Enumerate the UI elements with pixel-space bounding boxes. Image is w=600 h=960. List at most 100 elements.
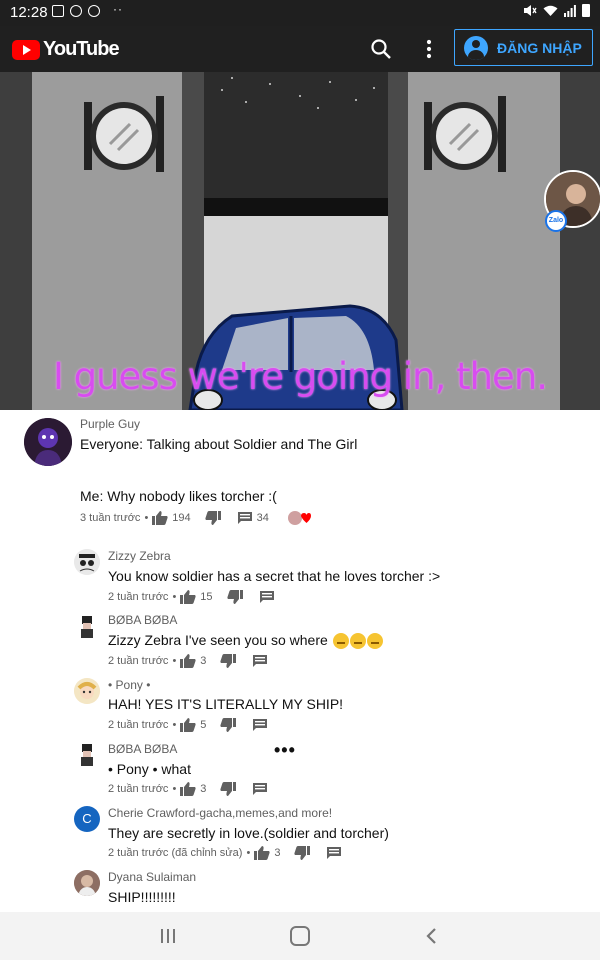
- comments-section: Purple Guy Everyone: Talking about Soldi…: [0, 410, 600, 912]
- battery-icon: [582, 4, 590, 17]
- reply-time: 2 tuần trước: [108, 783, 169, 795]
- youtube-wordmark: YouTube: [43, 38, 120, 60]
- reply-time: 2 tuần trước: [108, 719, 169, 731]
- reply-text: SHIP!!!!!!!!!: [108, 889, 176, 905]
- boba-avatar-image: [74, 742, 100, 768]
- account-icon: [464, 35, 488, 60]
- system-status-icons: [523, 4, 590, 17]
- separator-dot: •: [172, 591, 177, 603]
- like-count: 194: [172, 512, 191, 524]
- reply-meta: 2 tuần trước • 3: [108, 654, 268, 668]
- reply-text: • Pony • what: [108, 761, 191, 777]
- reply-icon[interactable]: [259, 590, 275, 604]
- reply-text-row: Zizzy Zebra I've seen you so where: [108, 632, 383, 650]
- like-count: 15: [200, 591, 213, 603]
- gallery-notification-icon: [52, 5, 64, 17]
- reply-icon[interactable]: [252, 782, 268, 796]
- more-actions-indicator[interactable]: •••: [274, 740, 296, 761]
- like-count: 5: [200, 719, 207, 731]
- like-icon[interactable]: [152, 511, 168, 525]
- reply-avatar[interactable]: C: [74, 806, 100, 832]
- home-icon[interactable]: [290, 926, 310, 946]
- reply-text: You know soldier has a secret that he lo…: [108, 568, 441, 584]
- reply-time: 2 tuần trước (đã chỉnh sửa): [108, 847, 243, 859]
- reply-count[interactable]: 34: [257, 512, 269, 524]
- like-count: 3: [200, 655, 207, 667]
- zizzy-avatar-image: [74, 549, 100, 575]
- like-icon[interactable]: [180, 718, 196, 732]
- dislike-icon[interactable]: [220, 654, 237, 668]
- comment-text: Everyone: Talking about Soldier and The …: [80, 436, 358, 452]
- notification-icons: [52, 5, 100, 17]
- back-icon[interactable]: [422, 926, 442, 946]
- recent-apps-icon[interactable]: [158, 927, 178, 945]
- status-time: 12:28: [10, 4, 48, 21]
- reply-meta: 2 tuần trước • 3: [108, 782, 268, 796]
- reply-author[interactable]: BØBA BØBA: [108, 613, 177, 627]
- reply-time: 2 tuần trước: [108, 591, 169, 603]
- reply-avatar[interactable]: [74, 742, 100, 768]
- android-navigation-bar: [0, 912, 600, 960]
- like-icon[interactable]: [180, 782, 196, 796]
- sign-in-label: ĐĂNG NHẬP: [497, 39, 582, 56]
- video-player[interactable]: I guess we're going in, then.: [0, 72, 600, 410]
- separator-dot: •: [246, 847, 251, 859]
- reply-text: Zizzy Zebra I've seen you so where: [108, 632, 328, 648]
- reply-icon[interactable]: [326, 846, 342, 860]
- reply-meta: 2 tuần trước (đã chỉnh sửa) • 3: [108, 846, 342, 860]
- youtube-header: YouTube ĐĂNG NHẬP: [0, 26, 600, 72]
- reply-author[interactable]: Zizzy Zebra: [108, 549, 171, 563]
- reply-text: They are secretly in love.(soldier and t…: [108, 825, 389, 841]
- reply-author[interactable]: BØBA BØBA: [108, 742, 177, 756]
- dislike-icon[interactable]: [294, 846, 311, 860]
- like-icon[interactable]: [254, 846, 270, 860]
- like-count: 3: [200, 783, 207, 795]
- status-bar: 12:28 ··: [0, 0, 600, 26]
- separator-dot: •: [172, 655, 177, 667]
- comment-meta: 3 tuần trước • 194 34: [80, 510, 311, 526]
- pony-avatar-image: [74, 678, 100, 704]
- dislike-icon[interactable]: [220, 782, 237, 796]
- reply-text: HAH! YES IT'S LITERALLY MY SHIP!: [108, 696, 344, 712]
- reply-author[interactable]: Dyana Sulaiman: [108, 870, 196, 884]
- signal-icon: [564, 4, 576, 17]
- thinking-emoji-icon: [349, 633, 366, 650]
- purple-guy-avatar-image: [24, 418, 72, 466]
- separator-dot: •: [172, 719, 177, 731]
- youtube-logo[interactable]: YouTube: [12, 38, 120, 61]
- reply-icon[interactable]: [237, 511, 253, 525]
- youtube-play-icon: [12, 39, 40, 60]
- dislike-icon[interactable]: [226, 590, 243, 604]
- reply-meta: 2 tuần trước • 5: [108, 718, 268, 732]
- creator-heart-icon: [287, 511, 311, 525]
- comment-text: Me: Why nobody likes torcher :(: [80, 488, 277, 504]
- dislike-icon[interactable]: [204, 511, 221, 525]
- more-options-icon[interactable]: [421, 38, 437, 60]
- app-notification-icon: [70, 5, 82, 17]
- reply-avatar[interactable]: [74, 549, 100, 575]
- separator-dot: •: [172, 783, 177, 795]
- mute-icon: [524, 5, 537, 16]
- more-notifications-indicator: ··: [113, 2, 123, 16]
- like-icon[interactable]: [180, 590, 196, 604]
- reply-avatar[interactable]: [74, 870, 100, 896]
- dyana-avatar-image: [74, 870, 100, 896]
- reply-avatar[interactable]: [74, 678, 100, 704]
- thinking-emoji-icon: [332, 633, 349, 650]
- like-count: 3: [274, 847, 281, 859]
- like-icon[interactable]: [180, 654, 196, 668]
- dislike-icon[interactable]: [220, 718, 237, 732]
- comment-avatar[interactable]: [24, 418, 72, 466]
- reply-time: 2 tuần trước: [108, 655, 169, 667]
- comment-author[interactable]: Purple Guy: [80, 417, 140, 431]
- reply-avatar[interactable]: [74, 614, 100, 640]
- reply-icon[interactable]: [252, 654, 268, 668]
- boba-avatar-image: [74, 614, 100, 640]
- reply-author[interactable]: Cherie Crawford-gacha,memes,and more!: [108, 806, 332, 820]
- sign-in-button[interactable]: ĐĂNG NHẬP: [454, 29, 593, 66]
- search-icon[interactable]: [370, 38, 392, 60]
- zalo-badge: Zalo: [545, 210, 567, 232]
- reply-author[interactable]: • Pony •: [108, 678, 150, 692]
- pinterest-notification-icon: [88, 5, 100, 17]
- reply-icon[interactable]: [252, 718, 268, 732]
